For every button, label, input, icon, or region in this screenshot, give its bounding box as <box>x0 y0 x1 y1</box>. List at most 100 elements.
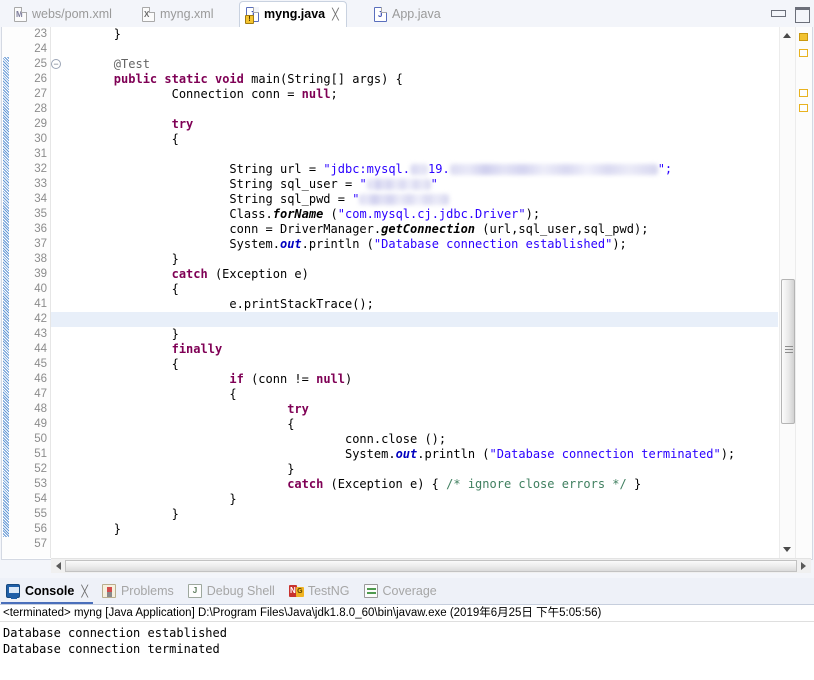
console-tab-label: TestNG <box>307 584 350 598</box>
console-tab-debug-shell[interactable]: Debug Shell <box>182 580 283 602</box>
editor-tab-myng-java[interactable]: J! myng.java ╳ <box>239 1 347 27</box>
console-view-body: <terminated> myng [Java Application] D:\… <box>0 604 814 680</box>
line-number: 37 <box>34 238 47 250</box>
redacted-text-block <box>359 194 450 205</box>
code-line: } <box>51 462 778 477</box>
code-line: } <box>51 327 778 342</box>
editor-tab-label: myng.java <box>264 7 326 22</box>
code-token: out <box>279 237 302 251</box>
code-token: static <box>164 72 208 86</box>
code-line: } <box>51 252 778 267</box>
console-part: Console ╳ Problems Debug Shell TestNG Coverag… <box>0 578 814 680</box>
code-token: { <box>56 387 237 401</box>
editor-vertical-scrollbar[interactable] <box>779 27 795 558</box>
code-token: public <box>113 72 158 86</box>
code-token: } <box>56 27 122 41</box>
console-tab-problems[interactable]: Problems <box>96 580 182 602</box>
overview-ruler-warning-marker[interactable] <box>799 89 808 97</box>
scroll-up-arrow-icon[interactable] <box>780 27 795 43</box>
minimize-icon[interactable] <box>771 7 786 19</box>
code-line: catch (Exception e) { /* ignore close er… <box>51 477 778 492</box>
overview-ruler[interactable] <box>795 27 812 558</box>
code-token: System. <box>56 237 280 251</box>
code-token: } <box>56 327 179 341</box>
code-token: conn = DriverManager. <box>56 222 382 236</box>
console-tab-label: Console <box>25 584 75 598</box>
line-number: 41 <box>34 298 47 310</box>
code-line: System.out.println ("Database connection… <box>51 237 778 252</box>
editor-tab-label: myng.xml <box>160 7 214 22</box>
close-icon[interactable]: ╳ <box>332 8 339 21</box>
redacted-text-block <box>366 179 431 190</box>
line-number: 25− <box>20 57 61 72</box>
console-tab-console[interactable]: Console ╳ <box>0 580 96 602</box>
overview-ruler-warning-marker[interactable] <box>799 49 808 57</box>
overview-ruler-warning-marker[interactable] <box>799 104 808 112</box>
scroll-left-arrow-icon[interactable] <box>51 559 65 573</box>
scroll-down-arrow-icon[interactable] <box>780 542 795 558</box>
code-line: Class.forName ("com.mysql.cj.jdbc.Driver… <box>51 207 778 222</box>
line-number: 24 <box>34 43 47 55</box>
code-line: System.out.println ("Database connection… <box>51 447 778 462</box>
change-bar-column <box>2 27 9 558</box>
code-line: } <box>51 522 778 537</box>
line-number: 32 <box>34 163 47 175</box>
code-line: @Test <box>51 57 778 72</box>
vertical-scrollbar-thumb[interactable] <box>781 279 795 424</box>
code-token: 19. <box>428 162 450 176</box>
close-icon[interactable]: ╳ <box>81 585 88 598</box>
editor-tab-label: webs/pom.xml <box>32 7 112 22</box>
console-tab-label: Problems <box>120 584 174 598</box>
line-number: 53 <box>34 478 47 490</box>
code-line: conn = DriverManager.getConnection (url,… <box>51 222 778 237</box>
line-number: 50 <box>34 433 47 445</box>
line-number: 30 <box>34 133 47 145</box>
code-line: Connection conn = null; <box>51 87 778 102</box>
java-file-warning-icon: J! <box>245 7 259 24</box>
console-tab-testng[interactable]: TestNG <box>283 580 358 602</box>
editor-tab-label: App.java <box>392 7 441 22</box>
line-number: 57 <box>34 538 47 550</box>
code-token: Connection conn = <box>56 87 302 101</box>
code-token: if <box>229 372 244 386</box>
code-line: e.printStackTrace(); <box>51 297 778 312</box>
overview-ruler-warning-marker[interactable] <box>799 33 808 41</box>
editor-tab-myng-xml[interactable]: Xmyng.xml <box>136 2 220 27</box>
code-token: { <box>56 417 295 431</box>
console-tab-coverage[interactable]: Coverage <box>358 580 445 602</box>
code-token: String sql_pwd = <box>56 192 353 206</box>
code-token: ; <box>330 87 338 101</box>
code-line: } <box>51 507 778 522</box>
line-number: 48 <box>34 403 47 415</box>
window-controls <box>771 7 810 23</box>
code-token: } <box>56 507 179 521</box>
code-text-area[interactable]: } @Test public static void main(String[]… <box>51 27 778 558</box>
code-token: .println ( <box>301 237 374 251</box>
maximize-icon[interactable] <box>795 7 810 23</box>
editor-tab-webs-pom-xml[interactable]: Mwebs/pom.xml <box>8 2 119 27</box>
editor-tab-app-java[interactable]: J App.java <box>368 2 448 27</box>
editor-horizontal-scrollbar[interactable] <box>51 558 811 573</box>
line-number: 44 <box>34 343 47 355</box>
line-number: 46 <box>34 373 47 385</box>
line-number: 43 <box>34 328 47 340</box>
line-number: 38 <box>34 253 47 265</box>
code-token: catch <box>287 477 324 491</box>
code-token: "Database connection established" <box>373 237 613 251</box>
code-token: getConnection <box>381 222 476 236</box>
code-token: (url,sql_user,sql_pwd); <box>475 222 649 236</box>
editor-body: 23 24 25−26 27 28 29 30 31 32 33 34 35 36 37 38 39 40 41 4… <box>1 27 813 573</box>
horizontal-scrollbar-thumb[interactable] <box>65 560 797 572</box>
console-view-tab-bar: Console ╳ Problems Debug Shell TestNG Coverag… <box>0 580 814 602</box>
code-token: } <box>56 522 122 536</box>
code-line: try <box>51 402 778 417</box>
console-output-text[interactable]: Database connection established Database… <box>3 625 803 657</box>
code-line: { <box>51 357 778 372</box>
line-number: 54 <box>34 493 47 505</box>
editor-tab-bar: Mwebs/pom.xml Xmyng.xml J! myng.java ╳ J App.j… <box>0 0 814 27</box>
scroll-right-arrow-icon[interactable] <box>797 559 811 573</box>
code-line: conn.close (); <box>51 432 778 447</box>
